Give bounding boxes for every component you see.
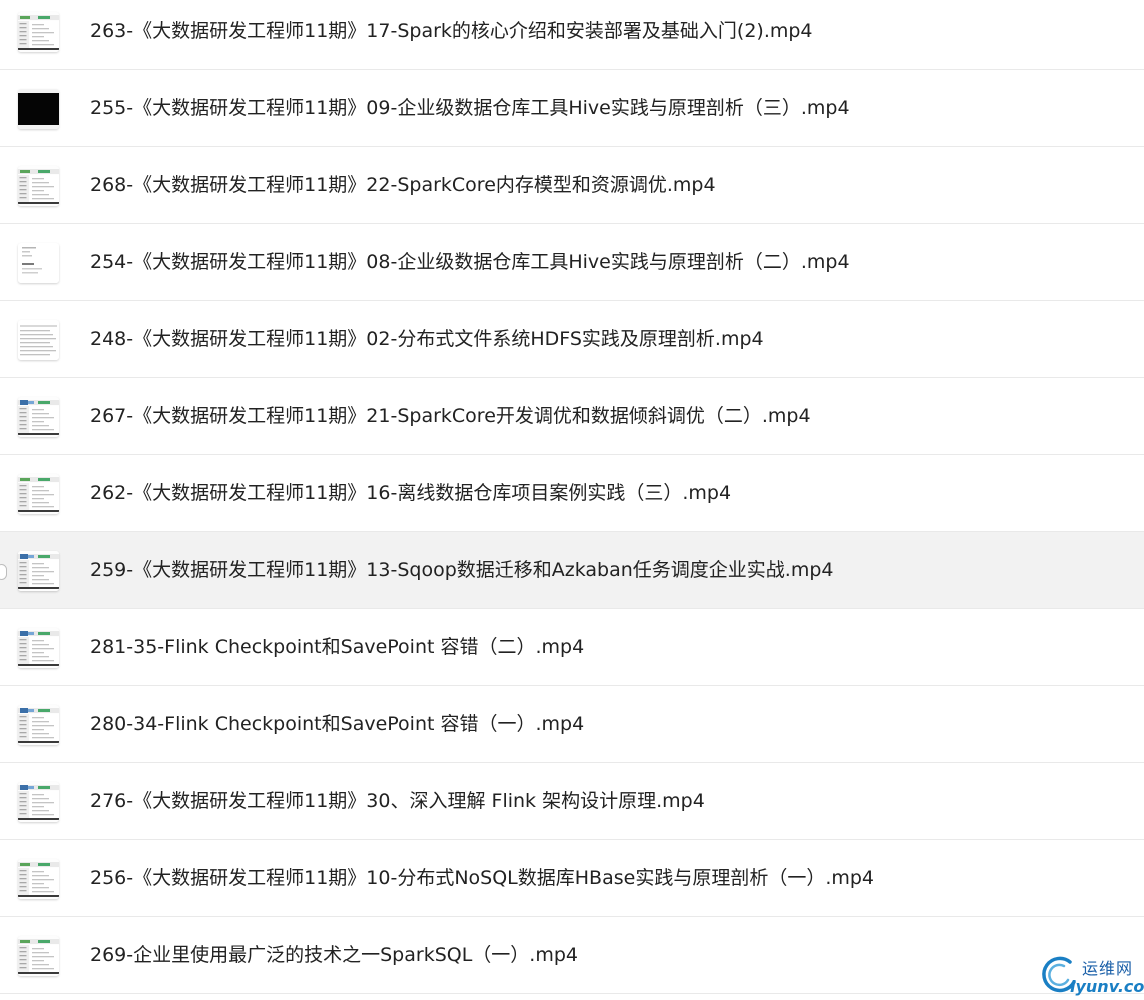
- video-thumbnail[interactable]: [18, 12, 59, 52]
- video-thumbnail[interactable]: [18, 320, 59, 360]
- file-name[interactable]: 268-《大数据研发工程师11期》22-SparkCore内存模型和资源调优.m…: [90, 147, 716, 224]
- file-name[interactable]: 259-《大数据研发工程师11期》13-Sqoop数据迁移和Azkaban任务调…: [90, 532, 834, 609]
- file-row[interactable]: 276-《大数据研发工程师11期》30、深入理解 Flink 架构设计原理.mp…: [0, 763, 1144, 840]
- file-name[interactable]: 262-《大数据研发工程师11期》16-离线数据仓库项目案例实践（三）.mp4: [90, 455, 731, 532]
- file-row[interactable]: 255-《大数据研发工程师11期》09-企业级数据仓库工具Hive实践与原理剖析…: [0, 70, 1144, 147]
- file-row[interactable]: 248-《大数据研发工程师11期》02-分布式文件系统HDFS实践及原理剖析.m…: [0, 301, 1144, 378]
- video-thumbnail[interactable]: [18, 166, 59, 206]
- watermark-text-cn: 运维网: [1082, 959, 1134, 978]
- file-list: 263-《大数据研发工程师11期》17-Spark的核心介绍和安装部署及基础入门…: [0, 0, 1144, 994]
- video-thumbnail[interactable]: [18, 782, 59, 822]
- video-thumbnail[interactable]: [18, 936, 59, 976]
- file-row[interactable]: 256-《大数据研发工程师11期》10-分布式NoSQL数据库HBase实践与原…: [0, 840, 1144, 917]
- file-row[interactable]: 267-《大数据研发工程师11期》21-SparkCore开发调优和数据倾斜调优…: [0, 378, 1144, 455]
- video-thumbnail[interactable]: [18, 89, 59, 129]
- watermark-text-en: iyunv.com: [1070, 977, 1144, 996]
- file-name[interactable]: 255-《大数据研发工程师11期》09-企业级数据仓库工具Hive实践与原理剖析…: [90, 70, 850, 147]
- video-thumbnail[interactable]: [18, 243, 59, 283]
- file-row[interactable]: 262-《大数据研发工程师11期》16-离线数据仓库项目案例实践（三）.mp4: [0, 455, 1144, 532]
- file-row[interactable]: 281-35-Flink Checkpoint和SavePoint 容错（二）.…: [0, 609, 1144, 686]
- video-thumbnail[interactable]: [18, 474, 59, 514]
- file-row[interactable]: 269-企业里使用最广泛的技术之一SparkSQL（一）.mp4: [0, 917, 1144, 994]
- file-name[interactable]: 263-《大数据研发工程师11期》17-Spark的核心介绍和安装部署及基础入门…: [90, 0, 813, 70]
- video-thumbnail[interactable]: [18, 397, 59, 437]
- file-row[interactable]: 280-34-Flink Checkpoint和SavePoint 容错（一）.…: [0, 686, 1144, 763]
- file-row[interactable]: 254-《大数据研发工程师11期》08-企业级数据仓库工具Hive实践与原理剖析…: [0, 224, 1144, 301]
- file-row[interactable]: 268-《大数据研发工程师11期》22-SparkCore内存模型和资源调优.m…: [0, 147, 1144, 224]
- video-thumbnail[interactable]: [18, 705, 59, 745]
- video-thumbnail[interactable]: [18, 551, 59, 591]
- file-row[interactable]: 259-《大数据研发工程师11期》13-Sqoop数据迁移和Azkaban任务调…: [0, 532, 1144, 609]
- video-thumbnail[interactable]: [18, 628, 59, 668]
- file-name[interactable]: 254-《大数据研发工程师11期》08-企业级数据仓库工具Hive实践与原理剖析…: [90, 224, 850, 301]
- file-name[interactable]: 276-《大数据研发工程师11期》30、深入理解 Flink 架构设计原理.mp…: [90, 763, 705, 840]
- file-name[interactable]: 267-《大数据研发工程师11期》21-SparkCore开发调优和数据倾斜调优…: [90, 378, 811, 455]
- file-name[interactable]: 248-《大数据研发工程师11期》02-分布式文件系统HDFS实践及原理剖析.m…: [90, 301, 764, 378]
- video-thumbnail[interactable]: [18, 859, 59, 899]
- file-row[interactable]: 263-《大数据研发工程师11期》17-Spark的核心介绍和安装部署及基础入门…: [0, 0, 1144, 70]
- watermark: 运维网 iyunv.com: [1040, 950, 1144, 1000]
- file-name[interactable]: 256-《大数据研发工程师11期》10-分布式NoSQL数据库HBase实践与原…: [90, 840, 874, 917]
- file-name[interactable]: 280-34-Flink Checkpoint和SavePoint 容错（一）.…: [90, 686, 584, 763]
- file-name[interactable]: 269-企业里使用最广泛的技术之一SparkSQL（一）.mp4: [90, 917, 578, 994]
- file-name[interactable]: 281-35-Flink Checkpoint和SavePoint 容错（二）.…: [90, 609, 584, 686]
